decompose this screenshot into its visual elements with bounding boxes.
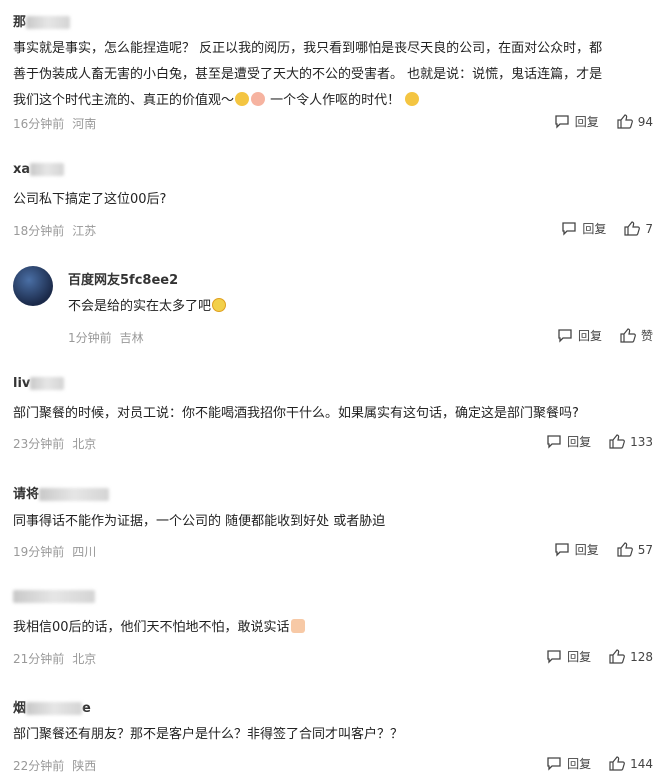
username-redaction (13, 590, 95, 603)
emoji-icon (405, 92, 420, 106)
comment-time: 1分钟前 (68, 331, 112, 345)
comment-location: 吉林 (119, 331, 144, 345)
comment-meta: 19分钟前 四川 (13, 543, 96, 560)
comment-meta: 18分钟前 江苏 (13, 222, 96, 239)
username-redaction (30, 163, 65, 176)
username-redaction (26, 702, 83, 715)
reply-icon (547, 757, 561, 771)
comment-username[interactable]: liv (13, 376, 65, 391)
comment-item: xa 公司私下搞定了这位00后? 18分钟前 江苏 回复 7 (0, 140, 667, 246)
comment-text: 公司私下搞定了这位00后? (13, 192, 167, 207)
comment-meta: 1分钟前 吉林 (68, 329, 144, 346)
comment-item: 那 事实就是事实，怎么能捏造呢？ 反正以我的阅历，我只看到哪怕是丧尽天良的公司，… (0, 0, 667, 140)
comment-meta: 21分钟前 北京 (13, 650, 96, 667)
comment-time: 19分钟前 (13, 545, 65, 559)
reply-icon (555, 115, 569, 129)
username-redaction (30, 377, 65, 390)
reply-button[interactable]: 回复 (546, 433, 591, 450)
reply-button[interactable]: 回复 (546, 648, 591, 665)
reply-button[interactable]: 回复 (554, 541, 599, 558)
like-button[interactable]: 94 (617, 114, 653, 129)
comment-actions: 回复 128 (528, 648, 653, 665)
reply-icon (555, 543, 569, 557)
like-button[interactable]: 128 (609, 649, 653, 664)
like-count: 赞 (640, 329, 653, 343)
comment-text: 事实就是事实，怎么能捏造呢？ 反正以我的阅历，我只看到哪怕是丧尽天良的公司，在面… (13, 41, 603, 108)
comment-username[interactable]: 请将 (13, 483, 110, 502)
like-count: 144 (630, 756, 653, 771)
comment-location: 北京 (72, 437, 97, 451)
like-button[interactable]: 57 (617, 542, 653, 557)
reply-icon (558, 329, 572, 343)
comment-username[interactable]: 百度网友5fc8ee2 (68, 269, 178, 288)
like-button[interactable]: 144 (609, 756, 653, 771)
comment-time: 16分钟前 (13, 117, 65, 131)
comment-actions: 回复 144 (528, 755, 653, 772)
reply-icon (547, 435, 561, 449)
like-count: 7 (645, 221, 653, 236)
reply-button[interactable]: 回复 (546, 755, 591, 772)
thumbs-up-emoji-icon (290, 619, 305, 633)
comment-text: 我相信00后的话，他们天不怕地不怕，敢说实话 (13, 615, 653, 641)
comment-time: 23分钟前 (13, 437, 65, 451)
comment-actions: 回复 赞 (539, 327, 653, 344)
like-button[interactable]: 133 (609, 434, 653, 449)
comment-actions: 回复 133 (528, 433, 653, 450)
thumbs-up-icon (617, 542, 633, 557)
comment-location: 江苏 (72, 224, 97, 238)
comment-item: 百度网友5fc8ee2 不会是给的实在太多了吧 1分钟前 吉林 回复 赞 (0, 246, 667, 352)
comment-item: 请将 同事得话不能作为证据，一个公司的 随便都能收到好处 或者胁迫 19分钟前四… (0, 458, 667, 565)
comment-location: 北京 (72, 652, 97, 666)
comment-meta: 23分钟前 北京 (13, 435, 96, 452)
reply-button[interactable]: 回复 (554, 113, 599, 130)
like-count: 57 (637, 542, 653, 557)
comment-item: 我相信00后的话，他们天不怕地不怕，敢说实话 21分钟前 北京 回复 128 (0, 565, 667, 672)
comment-time: 22分钟前 (13, 759, 65, 773)
like-count: 133 (630, 434, 653, 449)
thumbs-up-icon (617, 114, 633, 129)
thumbs-up-icon (620, 328, 636, 343)
comment-text: 部门聚餐的时候，对员工说：你不能喝酒我招你干什么。如果属实有这句话，确定这是部门… (13, 406, 579, 421)
reply-button[interactable]: 回复 (557, 327, 602, 344)
thumbs-up-icon (624, 221, 641, 236)
username-redaction (26, 16, 71, 29)
like-count: 94 (637, 114, 653, 129)
thumbs-up-icon (609, 649, 625, 664)
emoji-icon (212, 298, 227, 312)
avatar[interactable] (13, 266, 53, 306)
comment-actions: 回复 7 (543, 220, 653, 237)
comment-item: liv 部门聚餐的时候，对员工说：你不能喝酒我招你干什么。如果属实有这句话，确定… (0, 352, 667, 458)
comment-meta: 22分钟前 陕西 (13, 757, 96, 774)
comment-actions: 回复 57 (536, 541, 653, 558)
reply-icon (547, 650, 561, 664)
comment-username[interactable]: 那 (13, 11, 71, 30)
comment-text: 不会是给的实在太多了吧 (68, 294, 648, 320)
username-redaction (39, 488, 110, 501)
comment-time: 21分钟前 (13, 652, 65, 666)
emoji-icon (251, 92, 266, 106)
comment-meta: 16分钟前 河南 (13, 115, 96, 132)
comment-item: 烟e 部门聚餐还有朋友？那不是客户是什么？非得签了合同才叫客户？？ 22分钟前陕… (0, 672, 667, 783)
reply-icon (562, 222, 576, 236)
comment-text: 部门聚餐还有朋友？那不是客户是什么？非得签了合同才叫客户？？ (13, 727, 404, 742)
comment-location: 河南 (72, 117, 97, 131)
comment-username[interactable]: xa (13, 162, 65, 177)
like-button[interactable]: 赞 (620, 327, 653, 344)
comment-time: 18分钟前 (13, 224, 65, 238)
thumbs-up-icon (609, 756, 625, 771)
comment-location: 四川 (72, 545, 97, 559)
thumbs-up-icon (609, 434, 625, 449)
like-button[interactable]: 7 (624, 221, 653, 236)
reply-button[interactable]: 回复 (561, 220, 606, 237)
comment-location: 陕西 (72, 759, 97, 773)
like-count: 128 (630, 649, 653, 664)
comment-actions: 回复 94 (536, 113, 653, 130)
emoji-icon (235, 92, 250, 106)
comment-username[interactable]: 烟e (13, 697, 91, 716)
comment-text: 同事得话不能作为证据，一个公司的 随便都能收到好处 或者胁迫 (13, 514, 386, 529)
comment-username[interactable] (13, 589, 95, 604)
